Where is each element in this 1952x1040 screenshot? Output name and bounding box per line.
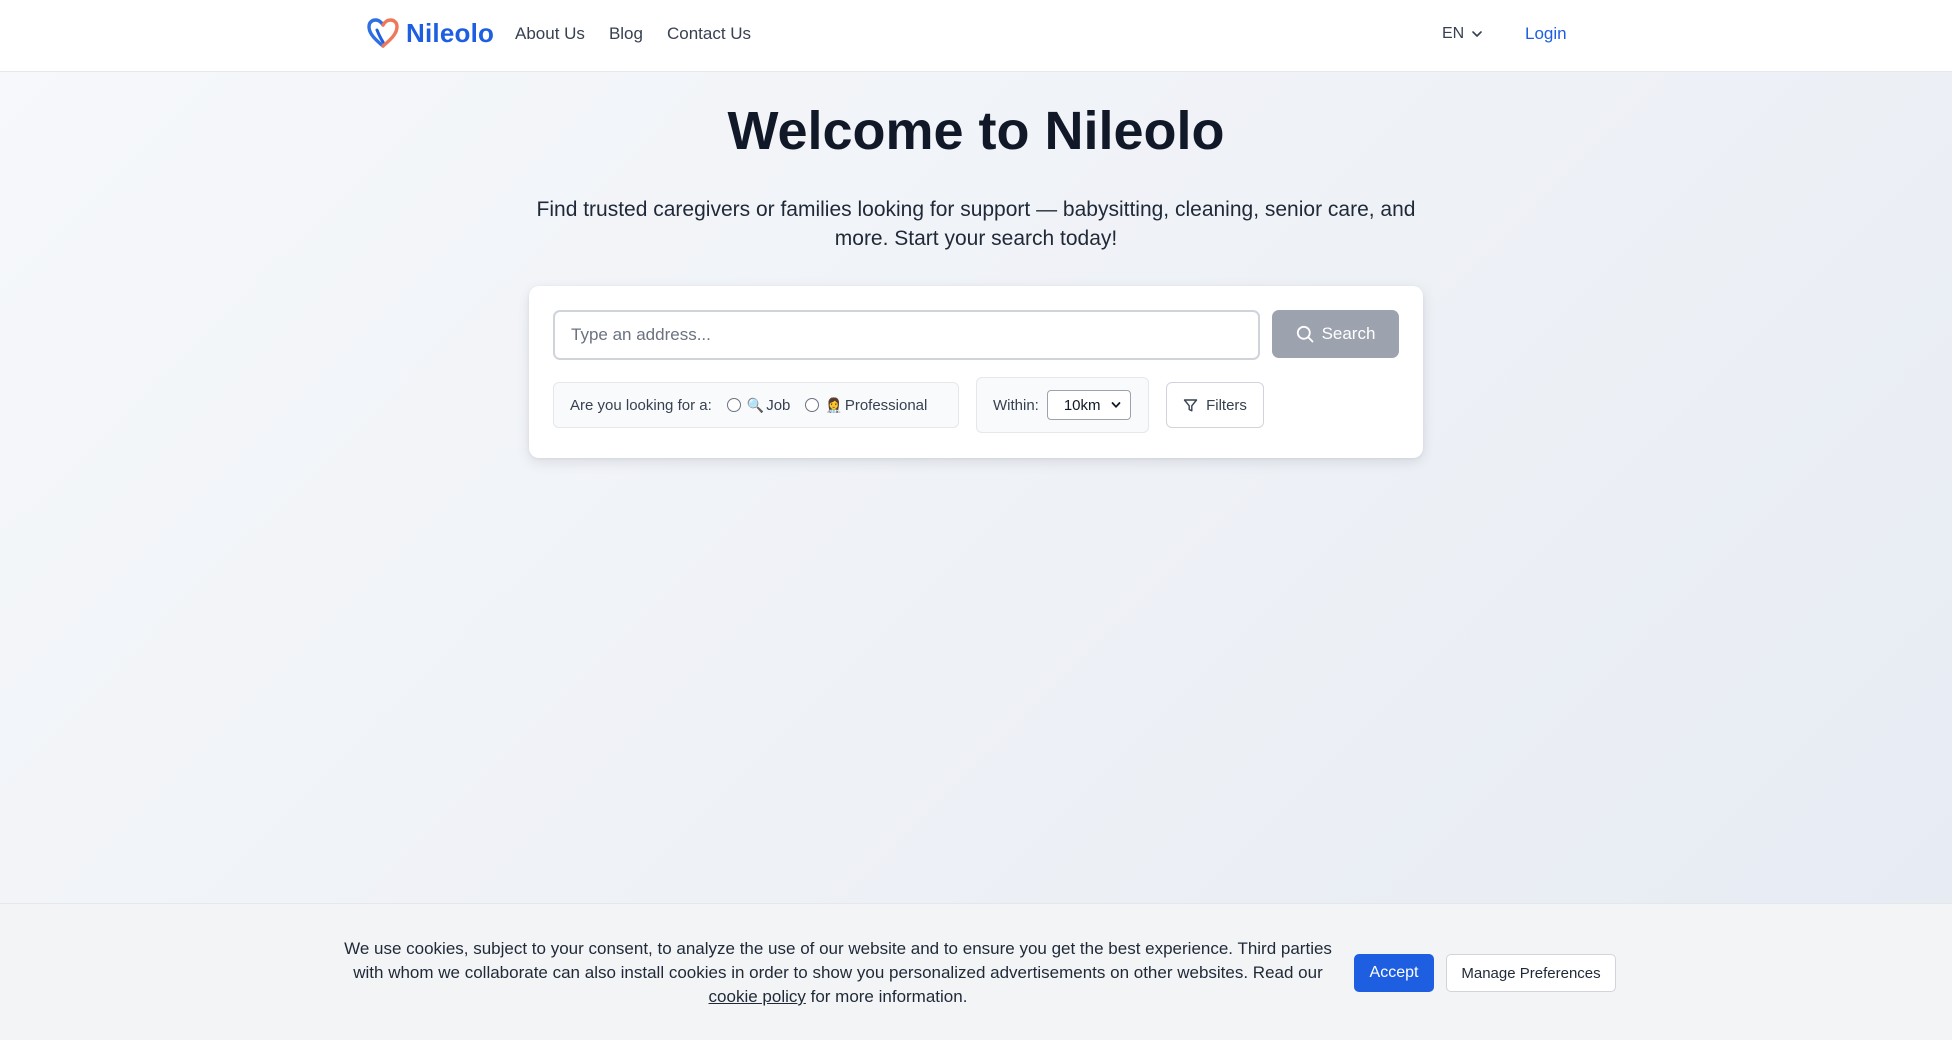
filters-button[interactable]: Filters — [1166, 382, 1264, 428]
heart-logo-icon — [367, 18, 399, 48]
top-navbar: Nileolo About Us Blog Contact Us EN Logi… — [0, 0, 1952, 72]
address-search-input[interactable] — [553, 310, 1260, 360]
chevron-down-icon — [1472, 31, 1483, 37]
logo-link[interactable]: Nileolo — [366, 16, 494, 50]
option-professional-label: Professional — [844, 396, 928, 414]
distance-select[interactable]: 10km — [1046, 390, 1131, 420]
cookie-message: We use cookies, subject to your consent,… — [330, 937, 1346, 1009]
login-link[interactable]: Login — [1525, 24, 1567, 44]
cookie-text-start: We use cookies, subject to your consent,… — [344, 939, 1332, 982]
language-selector[interactable]: EN — [1442, 25, 1484, 43]
search-button[interactable]: Search — [1272, 310, 1399, 358]
language-label: EN — [1442, 25, 1465, 42]
search-button-label: Search — [1321, 324, 1376, 343]
cookie-banner: We use cookies, subject to your consent,… — [0, 903, 1952, 1040]
main-nav: About Us Blog Contact Us — [515, 24, 751, 44]
looking-for-label: Are you looking for a: — [570, 396, 712, 414]
search-card: Search Are you looking for a: 🔍 Job 👩‍⚕️… — [529, 286, 1423, 458]
magnifier-icon: 🔍 — [746, 396, 765, 413]
option-job-label: Job — [766, 396, 791, 414]
hero-subtitle: Find trusted caregivers or families look… — [536, 198, 1416, 250]
accept-cookies-button[interactable]: Accept — [1354, 954, 1434, 992]
nav-blog[interactable]: Blog — [609, 24, 643, 44]
logo-text: Nileolo — [406, 17, 495, 48]
page-title: Welcome to Nileolo — [727, 101, 1225, 161]
cookie-text-end: for more information. — [805, 987, 968, 1006]
chevron-down-icon — [1111, 402, 1121, 408]
search-icon — [1296, 325, 1313, 343]
filter-funnel-icon — [1183, 398, 1198, 411]
option-job[interactable]: 🔍 Job — [726, 396, 791, 414]
within-label: Within: — [993, 396, 1039, 414]
manage-preferences-button[interactable]: Manage Preferences — [1446, 954, 1616, 992]
cookie-policy-link[interactable]: cookie policy — [709, 987, 806, 1006]
nav-about-us[interactable]: About Us — [515, 24, 585, 44]
looking-for-group: Are you looking for a: 🔍 Job 👩‍⚕️ Profes… — [553, 382, 959, 428]
option-professional[interactable]: 👩‍⚕️ Professional — [805, 397, 927, 414]
distance-value: 10km — [1063, 396, 1101, 414]
distance-group: Within: 10km — [976, 377, 1149, 433]
nav-contact-us[interactable]: Contact Us — [667, 24, 751, 44]
professional-radio[interactable] — [805, 398, 820, 412]
professional-person-icon: 👩‍⚕️ — [825, 396, 843, 413]
filters-label: Filters — [1206, 396, 1247, 414]
job-radio[interactable] — [726, 398, 741, 412]
